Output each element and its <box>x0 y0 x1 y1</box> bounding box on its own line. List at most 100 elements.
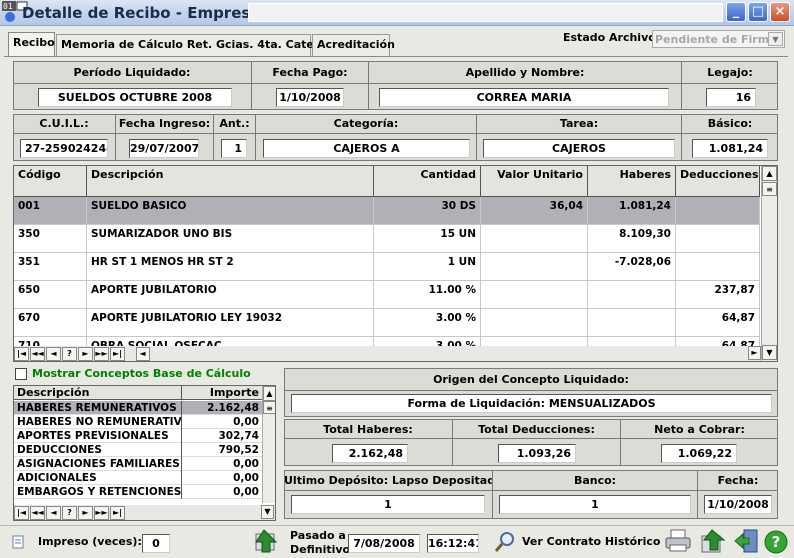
export-icon[interactable] <box>700 528 728 554</box>
scroll-up-icon[interactable]: ▲ <box>762 166 777 181</box>
list-item[interactable]: APORTES PREVISIONALES 302,74 <box>14 429 262 443</box>
tab-acreditacion[interactable]: Acreditación <box>312 34 395 56</box>
list-item[interactable]: ASIGNACIONES FAMILIARES 0,00 <box>14 457 262 471</box>
banco-field[interactable]: 1 <box>499 495 691 514</box>
bases-calculo-list[interactable]: Descripción Importe HABERES REMUNERATIVO… <box>13 385 276 521</box>
list-navigator[interactable]: |◄ ◄◄ ◄? ► ►► ►| ▼ <box>14 505 275 520</box>
cell-codigo: 351 <box>14 253 87 281</box>
fecha-deposito-field[interactable]: 1/10/2008 <box>704 495 772 514</box>
next-record-icon[interactable]: ► <box>78 347 93 361</box>
basico-label: Básico: <box>707 117 753 130</box>
fecha-ingreso-field[interactable]: 29/07/2007 <box>129 139 199 158</box>
pasado-hora-field[interactable]: 16:12:41 <box>427 534 479 553</box>
divider <box>284 490 778 491</box>
scroll-down-icon[interactable]: ▼ <box>261 505 274 519</box>
scroll-thumb[interactable]: ≡ <box>263 401 275 414</box>
first-record-icon[interactable]: |◄ <box>14 506 29 520</box>
column-header-descripcion[interactable]: Descripción <box>14 386 182 400</box>
search-record-icon[interactable]: ? <box>62 347 77 361</box>
table-row[interactable]: 670 APORTE JUBILATORIO LEY 19032 3.00 % … <box>14 309 760 337</box>
scroll-thumb[interactable]: ≡ <box>762 182 777 196</box>
help-icon[interactable]: ? <box>764 530 788 554</box>
cell-descripcion: SUMARIZADOR UNO BIS <box>87 225 374 253</box>
table-row[interactable]: 351 HR ST 1 MENOS HR ST 2 1 UN -7.028,06 <box>14 253 760 281</box>
mostrar-conceptos-checkbox[interactable] <box>15 368 27 380</box>
cell-deducciones: 237,87 <box>676 281 760 309</box>
minimize-button[interactable]: _ <box>726 2 746 22</box>
nombre-field[interactable]: CORREA MARIA <box>379 88 669 107</box>
pasado-fecha-field[interactable]: 7/08/2008 <box>348 534 420 553</box>
table-row[interactable]: 350 SUMARIZADOR UNO BIS 15 UN 8.109,30 <box>14 225 760 253</box>
next-page-icon[interactable]: ►► <box>94 347 109 361</box>
scroll-left-icon[interactable]: ◄ <box>135 347 150 361</box>
column-header-haberes[interactable]: Haberes <box>588 166 676 197</box>
mostrar-conceptos-label[interactable]: Mostrar Conceptos Base de Cálculo <box>32 367 251 380</box>
fecha-pago-label: Fecha Pago: <box>272 66 348 79</box>
scroll-up-icon[interactable]: ▲ <box>263 386 275 401</box>
pasar-definitivo-icon[interactable] <box>254 528 282 554</box>
next-record-icon[interactable]: ► <box>78 506 93 520</box>
periodo-field[interactable]: SUELDOS OCTUBRE 2008 <box>38 88 232 107</box>
list-item[interactable]: HABERES REMUNERATIVOS 2.162,48 <box>14 401 262 415</box>
categoria-field[interactable]: CAJEROS A <box>263 139 470 158</box>
last-record-icon[interactable]: ►| <box>110 506 125 520</box>
neto-cobrar-field[interactable]: 1.069,22 <box>661 444 737 463</box>
origen-field[interactable]: Forma de Liquidación: MENSUALIZADOS <box>291 394 772 413</box>
list-item[interactable]: HABERES NO REMUNERATIVOS 0,00 <box>14 415 262 429</box>
previous-page-icon[interactable]: ◄◄ <box>30 347 45 361</box>
column-header-codigo[interactable]: Código <box>14 166 87 197</box>
previous-record-icon[interactable]: ◄ <box>46 347 61 361</box>
search-record-icon[interactable]: ? <box>62 506 77 520</box>
table-row[interactable]: 650 APORTE JUBILATORIO 11.00 % 237,87 <box>14 281 760 309</box>
list-vertical-scrollbar[interactable]: ▲ ≡ <box>262 386 275 503</box>
impreso-field[interactable]: 0 <box>142 534 170 553</box>
ver-contrato-historico-button[interactable]: Ver Contrato Histórico <box>522 535 660 548</box>
maximize-icon: □ <box>751 4 765 19</box>
scroll-right-icon[interactable]: ► <box>748 346 761 360</box>
printer-icon[interactable] <box>664 528 692 554</box>
cuil-field[interactable]: 27-25902424-8 <box>20 139 108 158</box>
column-header-importe[interactable]: Importe <box>182 386 262 400</box>
total-deducciones-field[interactable]: 1.093,26 <box>498 444 576 463</box>
total-haberes-field[interactable]: 2.162,48 <box>332 444 408 463</box>
maximize-button[interactable]: □ <box>748 2 768 22</box>
grid-vertical-scrollbar[interactable]: ▲ ≡ ▼ <box>761 166 777 361</box>
list-item[interactable]: ADICIONALES 0,00 <box>14 471 262 485</box>
scroll-down-icon[interactable]: ▼ <box>762 345 777 360</box>
table-row[interactable]: 001 SUELDO BASICO 30 DS 36,04 1.081,24 <box>14 197 760 225</box>
tarea-label: Tarea: <box>559 117 599 130</box>
column-header-descripcion[interactable]: Descripción <box>87 166 374 197</box>
tab-memoria-calculo[interactable]: Memoria de Cálculo Ret. Gcias. 4ta. Cate… <box>56 34 346 56</box>
divider <box>0 525 794 526</box>
grid-navigator[interactable]: |◄ ◄◄ ◄? ► ►► ►| ◄ ► <box>14 346 761 361</box>
exit-icon[interactable] <box>733 528 761 554</box>
column-header-deducciones[interactable]: Deducciones <box>676 166 760 197</box>
concepts-grid[interactable]: Código Descripción Cantidad Valor Unitar… <box>13 165 778 362</box>
estado-archivo-label: Estado Archivo: <box>563 31 661 44</box>
legajo-field[interactable]: 16 <box>706 88 756 107</box>
column-header-valor-unitario[interactable]: Valor Unitario <box>481 166 588 197</box>
next-page-icon[interactable]: ►► <box>94 506 109 520</box>
list-item[interactable]: EMBARGOS Y RETENCIONES 0,00 <box>14 485 262 499</box>
divider <box>13 83 778 84</box>
last-record-icon[interactable]: ►| <box>110 347 125 361</box>
chevron-down-icon[interactable]: ▼ <box>768 32 783 46</box>
previous-record-icon[interactable]: ◄ <box>46 506 61 520</box>
estado-archivo-select[interactable]: Pendiente de Firma ▼ <box>652 30 785 48</box>
column-header-cantidad[interactable]: Cantidad <box>374 166 481 197</box>
fecha-pago-field[interactable]: 1/10/2008 <box>276 88 344 107</box>
item-descripcion: DEDUCCIONES <box>14 443 182 457</box>
search-icon[interactable] <box>494 531 516 553</box>
previous-page-icon[interactable]: ◄◄ <box>30 506 45 520</box>
tarea-field[interactable]: CAJEROS <box>483 139 675 158</box>
lapso-depositado-field[interactable]: 1 <box>291 495 485 514</box>
list-item[interactable]: DEDUCCIONES 790,52 <box>14 443 262 457</box>
antiguedad-field[interactable]: 1 <box>221 139 247 158</box>
basico-field[interactable]: 1.081,24 <box>692 139 768 158</box>
cell-cantidad: 15 UN <box>374 225 481 253</box>
minimize-icon: _ <box>732 4 740 19</box>
tab-recibo[interactable]: Recibo <box>8 32 55 57</box>
first-record-icon[interactable]: |◄ <box>14 347 29 361</box>
total-haberes-label: Total Haberes: <box>323 423 413 436</box>
close-button[interactable]: × <box>770 2 790 22</box>
